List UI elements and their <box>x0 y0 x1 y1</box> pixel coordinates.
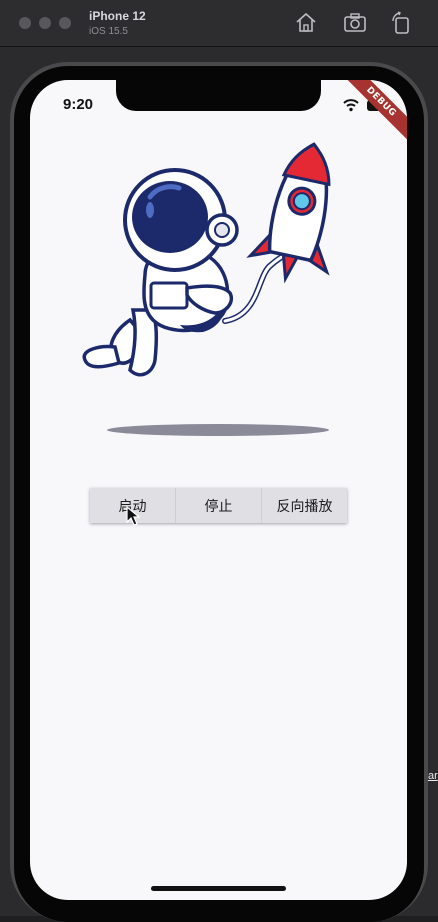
side-link[interactable]: ar <box>428 770 438 782</box>
zoom-window-button[interactable] <box>59 17 71 29</box>
device-name: iPhone 12 <box>89 9 146 23</box>
tether-line <box>222 250 292 324</box>
wifi-icon <box>343 99 359 112</box>
reverse-play-button[interactable]: 反向播放 <box>262 488 347 523</box>
screenshot-icon[interactable] <box>343 11 367 35</box>
floor-shadow <box>107 424 329 436</box>
simulator-title-bar: iPhone 12 iOS 15.5 <box>0 0 438 47</box>
astronaut-rocket-illustration <box>82 142 331 377</box>
home-icon[interactable] <box>294 11 318 35</box>
close-window-button[interactable] <box>19 17 31 29</box>
rocket <box>246 142 331 284</box>
home-indicator[interactable] <box>151 886 286 891</box>
status-time: 9:20 <box>63 96 94 113</box>
os-version: iOS 15.5 <box>89 26 128 37</box>
rotate-icon[interactable] <box>389 11 413 35</box>
minimize-window-button[interactable] <box>39 17 51 29</box>
notch <box>116 80 321 111</box>
mouse-cursor-icon <box>126 506 140 526</box>
stop-button[interactable]: 停止 <box>176 488 262 523</box>
astronaut <box>82 168 239 377</box>
phone-screen: 9:20 DEBUG 启动 停止 反向播放 <box>30 80 407 900</box>
